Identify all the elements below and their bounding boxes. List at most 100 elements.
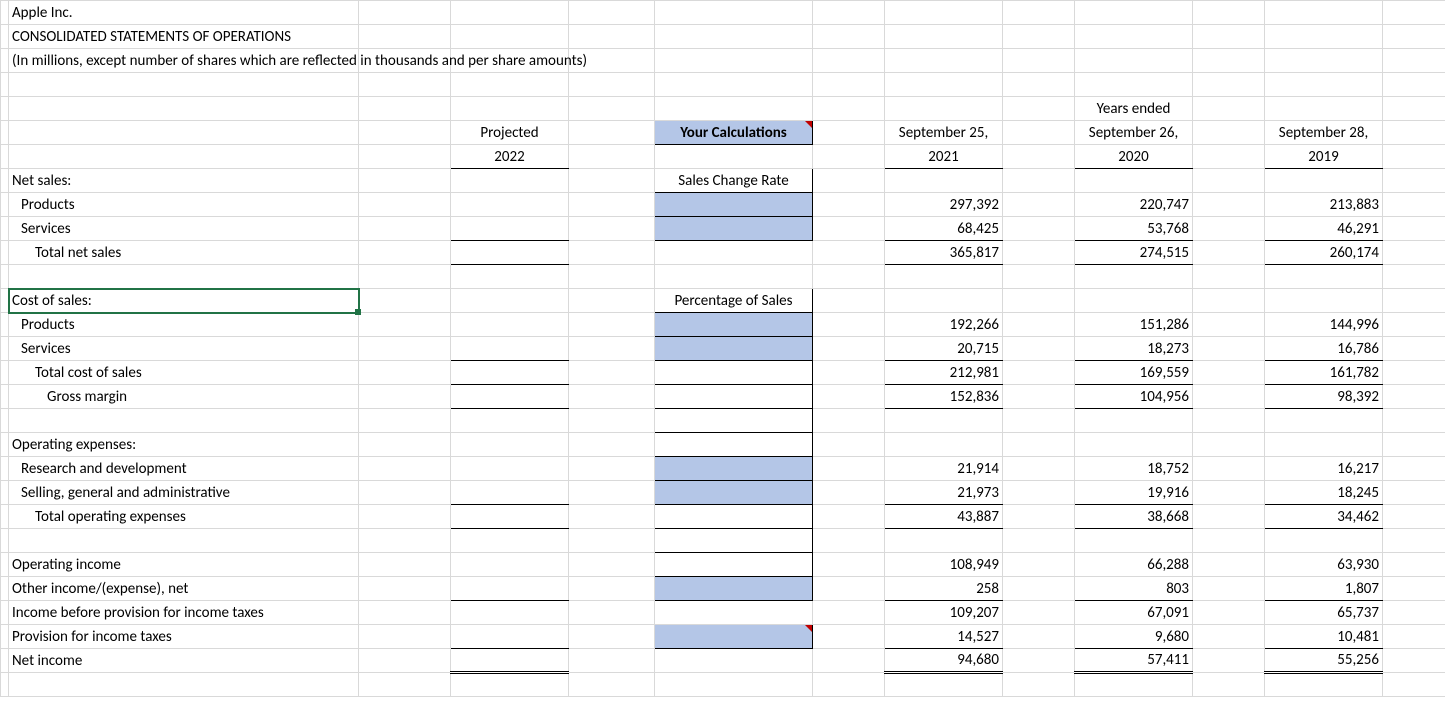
row-label-rnd[interactable]: Research and development — [9, 457, 359, 481]
projected-header-2[interactable]: 2022 — [451, 145, 569, 169]
calc-gross-margin[interactable] — [655, 385, 813, 409]
projected-services[interactable] — [451, 217, 569, 241]
products-2021[interactable]: 297,392 — [885, 193, 1003, 217]
calc-sga-pct[interactable] — [655, 481, 813, 505]
gross-margin-2021[interactable]: 152,836 — [885, 385, 1003, 409]
worksheet-grid[interactable]: Apple Inc. CONSOLIDATED STATEMENTS OF OP… — [0, 0, 1445, 697]
total-opex-2020[interactable]: 38,668 — [1075, 505, 1193, 529]
calc-provision-tax-pct[interactable] — [655, 625, 813, 649]
calc-total-cos[interactable] — [655, 361, 813, 385]
cos-services-2020[interactable]: 18,273 — [1075, 337, 1193, 361]
cos-services-2021[interactable]: 20,715 — [885, 337, 1003, 361]
services-2020[interactable]: 53,768 — [1075, 217, 1193, 241]
row-label-gross-margin[interactable]: Gross margin — [9, 385, 359, 409]
calc-cos-services-pct[interactable] — [655, 337, 813, 361]
products-2020[interactable]: 220,747 — [1075, 193, 1193, 217]
services-2021[interactable]: 68,425 — [885, 217, 1003, 241]
calc-services-sales-rate[interactable] — [655, 217, 813, 241]
projected-provision-tax[interactable] — [451, 625, 569, 649]
row-label-other-income[interactable]: Other income/(expense), net — [9, 577, 359, 601]
projected-cos-services[interactable] — [451, 337, 569, 361]
net-income-2020[interactable]: 57,411 — [1075, 649, 1193, 673]
cost-of-sales-header[interactable]: Cost of sales: — [9, 289, 359, 313]
total-net-sales-2019[interactable]: 260,174 — [1265, 241, 1383, 265]
total-cos-2021[interactable]: 212,981 — [885, 361, 1003, 385]
projected-rnd[interactable] — [451, 457, 569, 481]
projected-net-income[interactable] — [451, 649, 569, 673]
projected-gross-margin[interactable] — [451, 385, 569, 409]
products-2019[interactable]: 213,883 — [1265, 193, 1383, 217]
sga-2021[interactable]: 21,973 — [885, 481, 1003, 505]
calc-total-opex[interactable] — [655, 505, 813, 529]
row-label-income-before-tax[interactable]: Income before provision for income taxes — [9, 601, 359, 625]
total-cos-2019[interactable]: 161,782 — [1265, 361, 1383, 385]
projected-cos-products[interactable] — [451, 313, 569, 337]
total-net-sales-2021[interactable]: 365,817 — [885, 241, 1003, 265]
spreadsheet-view[interactable]: Apple Inc. CONSOLIDATED STATEMENTS OF OP… — [0, 0, 1445, 702]
statement-subtitle[interactable]: (In millions, except number of shares wh… — [9, 49, 359, 73]
year-2019-header-1[interactable]: September 28, — [1265, 121, 1383, 145]
other-income-2019[interactable]: 1,807 — [1265, 577, 1383, 601]
income-before-tax-2020[interactable]: 67,091 — [1075, 601, 1193, 625]
your-calculations-header[interactable]: Your Calculations — [655, 121, 813, 145]
other-income-2021[interactable]: 258 — [885, 577, 1003, 601]
provision-tax-2019[interactable]: 10,481 — [1265, 625, 1383, 649]
year-2020-header-2[interactable]: 2020 — [1075, 145, 1193, 169]
sga-2019[interactable]: 18,245 — [1265, 481, 1383, 505]
row-label-operating-income[interactable]: Operating income — [9, 553, 359, 577]
sales-change-rate-label[interactable]: Sales Change Rate — [655, 169, 813, 193]
total-net-sales-2020[interactable]: 274,515 — [1075, 241, 1193, 265]
projected-operating-income[interactable] — [451, 553, 569, 577]
row-label-cos-products[interactable]: Products — [9, 313, 359, 337]
row-label-total-opex[interactable]: Total operating expenses — [9, 505, 359, 529]
calc-products-sales-rate[interactable] — [655, 193, 813, 217]
sga-2020[interactable]: 19,916 — [1075, 481, 1193, 505]
projected-total-net-sales[interactable] — [451, 241, 569, 265]
cos-products-2019[interactable]: 144,996 — [1265, 313, 1383, 337]
year-2021-header-1[interactable]: September 25, — [885, 121, 1003, 145]
gross-margin-2020[interactable]: 104,956 — [1075, 385, 1193, 409]
row-label-sga[interactable]: Selling, general and administrative — [9, 481, 359, 505]
projected-total-opex[interactable] — [451, 505, 569, 529]
total-opex-2021[interactable]: 43,887 — [885, 505, 1003, 529]
calc-cos-products-pct[interactable] — [655, 313, 813, 337]
row-label-total-cos[interactable]: Total cost of sales — [9, 361, 359, 385]
projected-income-before-tax[interactable] — [451, 601, 569, 625]
row-label-services[interactable]: Services — [9, 217, 359, 241]
row-label-cos-services[interactable]: Services — [9, 337, 359, 361]
years-ended-label[interactable]: Years ended — [1075, 97, 1193, 121]
operating-expenses-header[interactable]: Operating expenses: — [9, 433, 359, 457]
calc-operating-income[interactable] — [655, 553, 813, 577]
operating-income-2021[interactable]: 108,949 — [885, 553, 1003, 577]
total-opex-2019[interactable]: 34,462 — [1265, 505, 1383, 529]
operating-income-2019[interactable]: 63,930 — [1265, 553, 1383, 577]
net-sales-header[interactable]: Net sales: — [9, 169, 359, 193]
row-label-provision-tax[interactable]: Provision for income taxes — [9, 625, 359, 649]
projected-products[interactable] — [451, 193, 569, 217]
calc-other-income-pct[interactable] — [655, 577, 813, 601]
calc-rnd-pct[interactable] — [655, 457, 813, 481]
percentage-of-sales-label[interactable]: Percentage of Sales — [655, 289, 813, 313]
net-income-2021[interactable]: 94,680 — [885, 649, 1003, 673]
income-before-tax-2021[interactable]: 109,207 — [885, 601, 1003, 625]
provision-tax-2020[interactable]: 9,680 — [1075, 625, 1193, 649]
net-income-2019[interactable]: 55,256 — [1265, 649, 1383, 673]
projected-other-income[interactable] — [451, 577, 569, 601]
projected-sga[interactable] — [451, 481, 569, 505]
cos-products-2021[interactable]: 192,266 — [885, 313, 1003, 337]
rnd-2021[interactable]: 21,914 — [885, 457, 1003, 481]
year-2021-header-2[interactable]: 2021 — [885, 145, 1003, 169]
other-income-2020[interactable]: 803 — [1075, 577, 1193, 601]
gross-margin-2019[interactable]: 98,392 — [1265, 385, 1383, 409]
projected-header-1[interactable]: Projected — [451, 121, 569, 145]
row-label-net-income[interactable]: Net income — [9, 649, 359, 673]
cos-services-2019[interactable]: 16,786 — [1265, 337, 1383, 361]
rnd-2020[interactable]: 18,752 — [1075, 457, 1193, 481]
total-cos-2020[interactable]: 169,559 — [1075, 361, 1193, 385]
rnd-2019[interactable]: 16,217 — [1265, 457, 1383, 481]
projected-total-cos[interactable] — [451, 361, 569, 385]
row-label-total-net-sales[interactable]: Total net sales — [9, 241, 359, 265]
year-2020-header-1[interactable]: September 26, — [1075, 121, 1193, 145]
statement-title[interactable]: CONSOLIDATED STATEMENTS OF OPERATIONS — [9, 25, 359, 49]
cos-products-2020[interactable]: 151,286 — [1075, 313, 1193, 337]
